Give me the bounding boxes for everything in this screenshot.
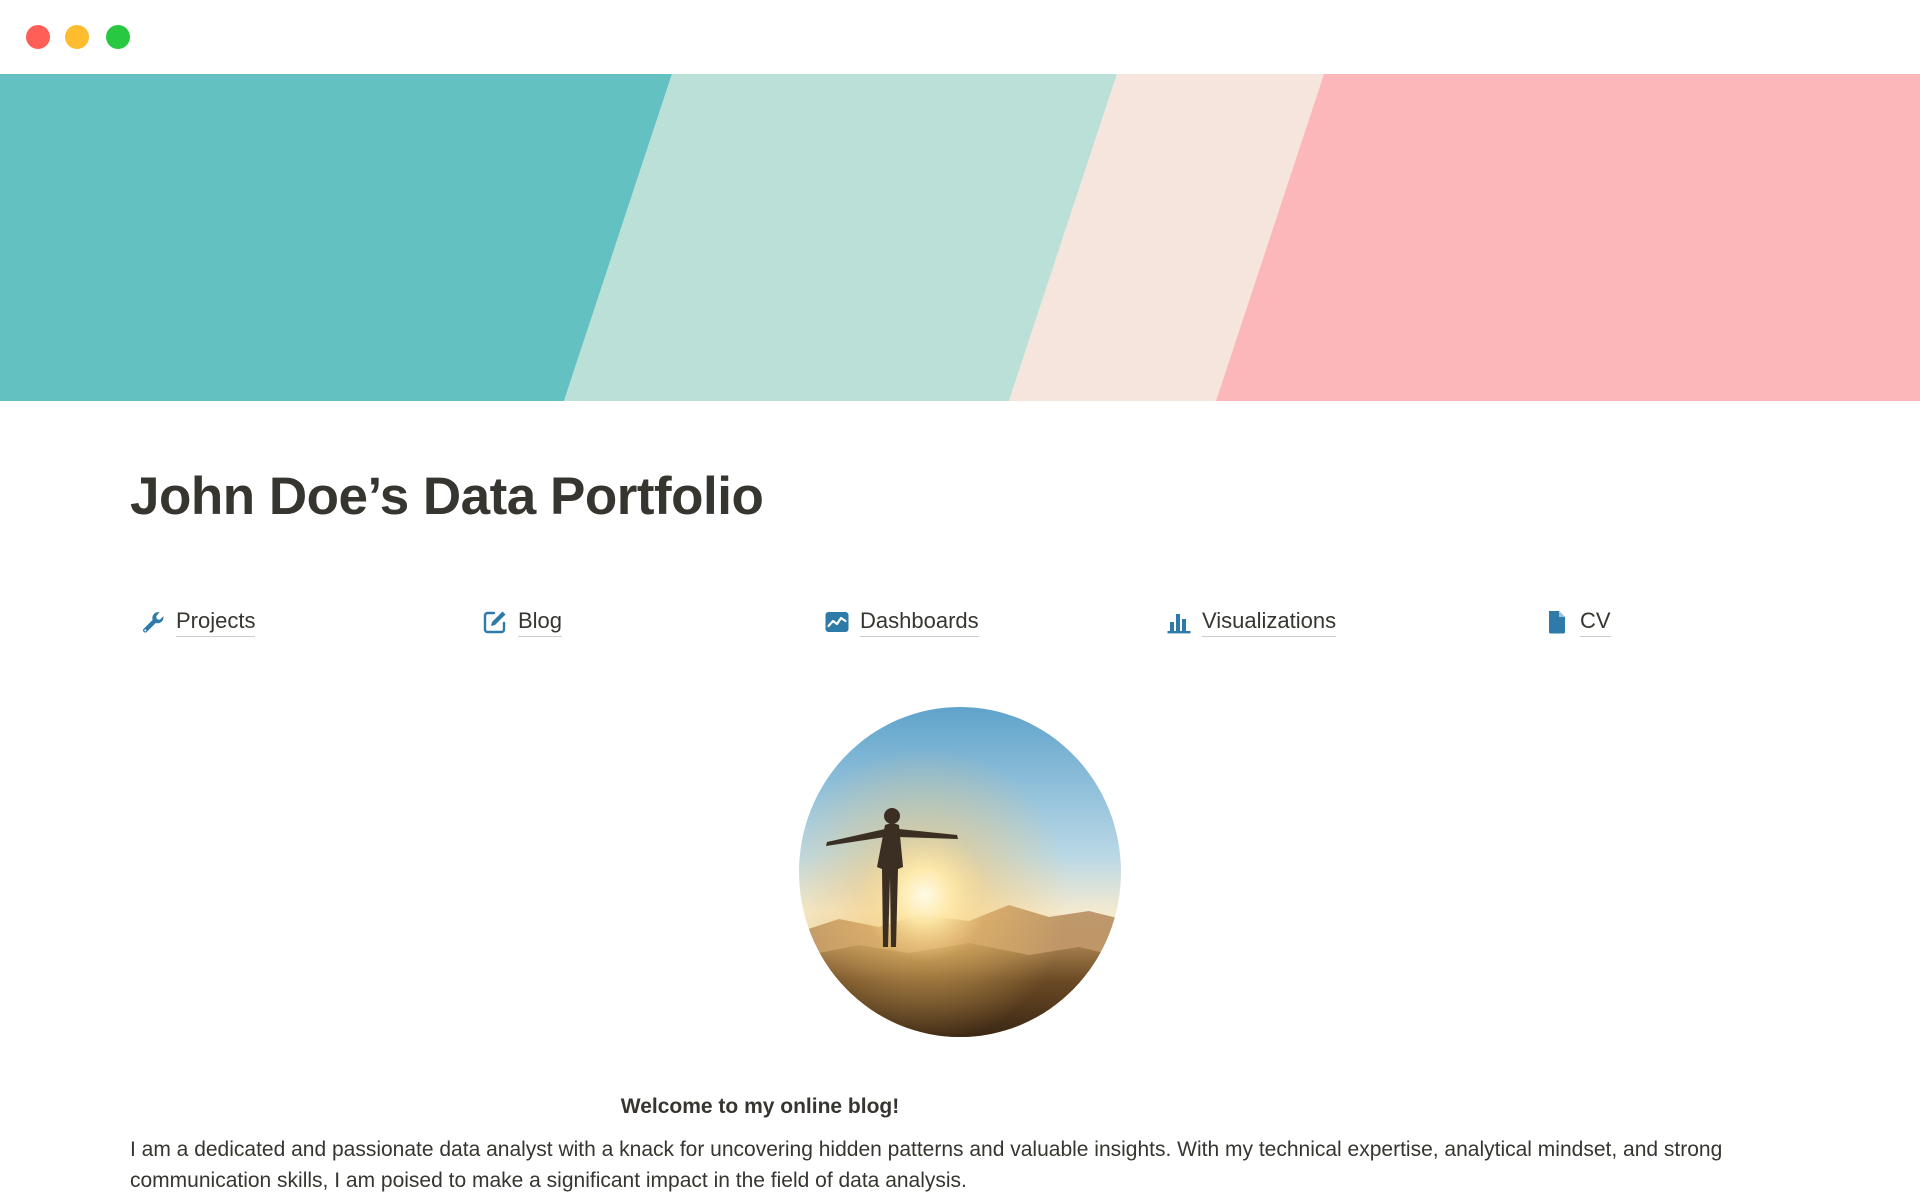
- cover-stripe-teal: [0, 74, 672, 401]
- nav-link-projects[interactable]: Projects: [140, 604, 256, 640]
- intro-paragraph: I am a dedicated and passionate data ana…: [130, 1138, 1723, 1192]
- page-title: John Doe’s Data Portfolio: [130, 467, 764, 526]
- nav-label-cv: CV: [1580, 607, 1611, 637]
- nav-label-visualizations: Visualizations: [1202, 607, 1337, 637]
- title-bar: [0, 0, 1920, 74]
- close-window-button[interactable]: [26, 25, 50, 49]
- nav-link-blog[interactable]: Blog: [482, 604, 563, 640]
- wrench-icon: [140, 609, 166, 635]
- nav-label-projects: Projects: [176, 607, 256, 637]
- cover-stripe-pink: [1216, 74, 1920, 401]
- nav-link-dashboards[interactable]: Dashboards: [824, 604, 979, 640]
- zoom-window-button[interactable]: [106, 25, 130, 49]
- profile-image: [799, 707, 1121, 1037]
- document-icon: [1544, 609, 1570, 635]
- line-chart-icon: [824, 609, 850, 635]
- bar-chart-icon: [1166, 609, 1192, 635]
- nav-label-dashboards: Dashboards: [860, 607, 979, 637]
- welcome-heading: Welcome to my online blog!: [620, 1095, 900, 1118]
- minimize-window-button[interactable]: [65, 25, 89, 49]
- nav-link-cv[interactable]: CV: [1544, 604, 1611, 640]
- nav-label-blog: Blog: [518, 607, 563, 637]
- nav-link-visualizations[interactable]: Visualizations: [1166, 604, 1337, 640]
- edit-icon: [482, 609, 508, 635]
- cover-image[interactable]: [0, 74, 1920, 401]
- app-window: John Doe’s Data Portfolio Projects Blog …: [0, 0, 1920, 1200]
